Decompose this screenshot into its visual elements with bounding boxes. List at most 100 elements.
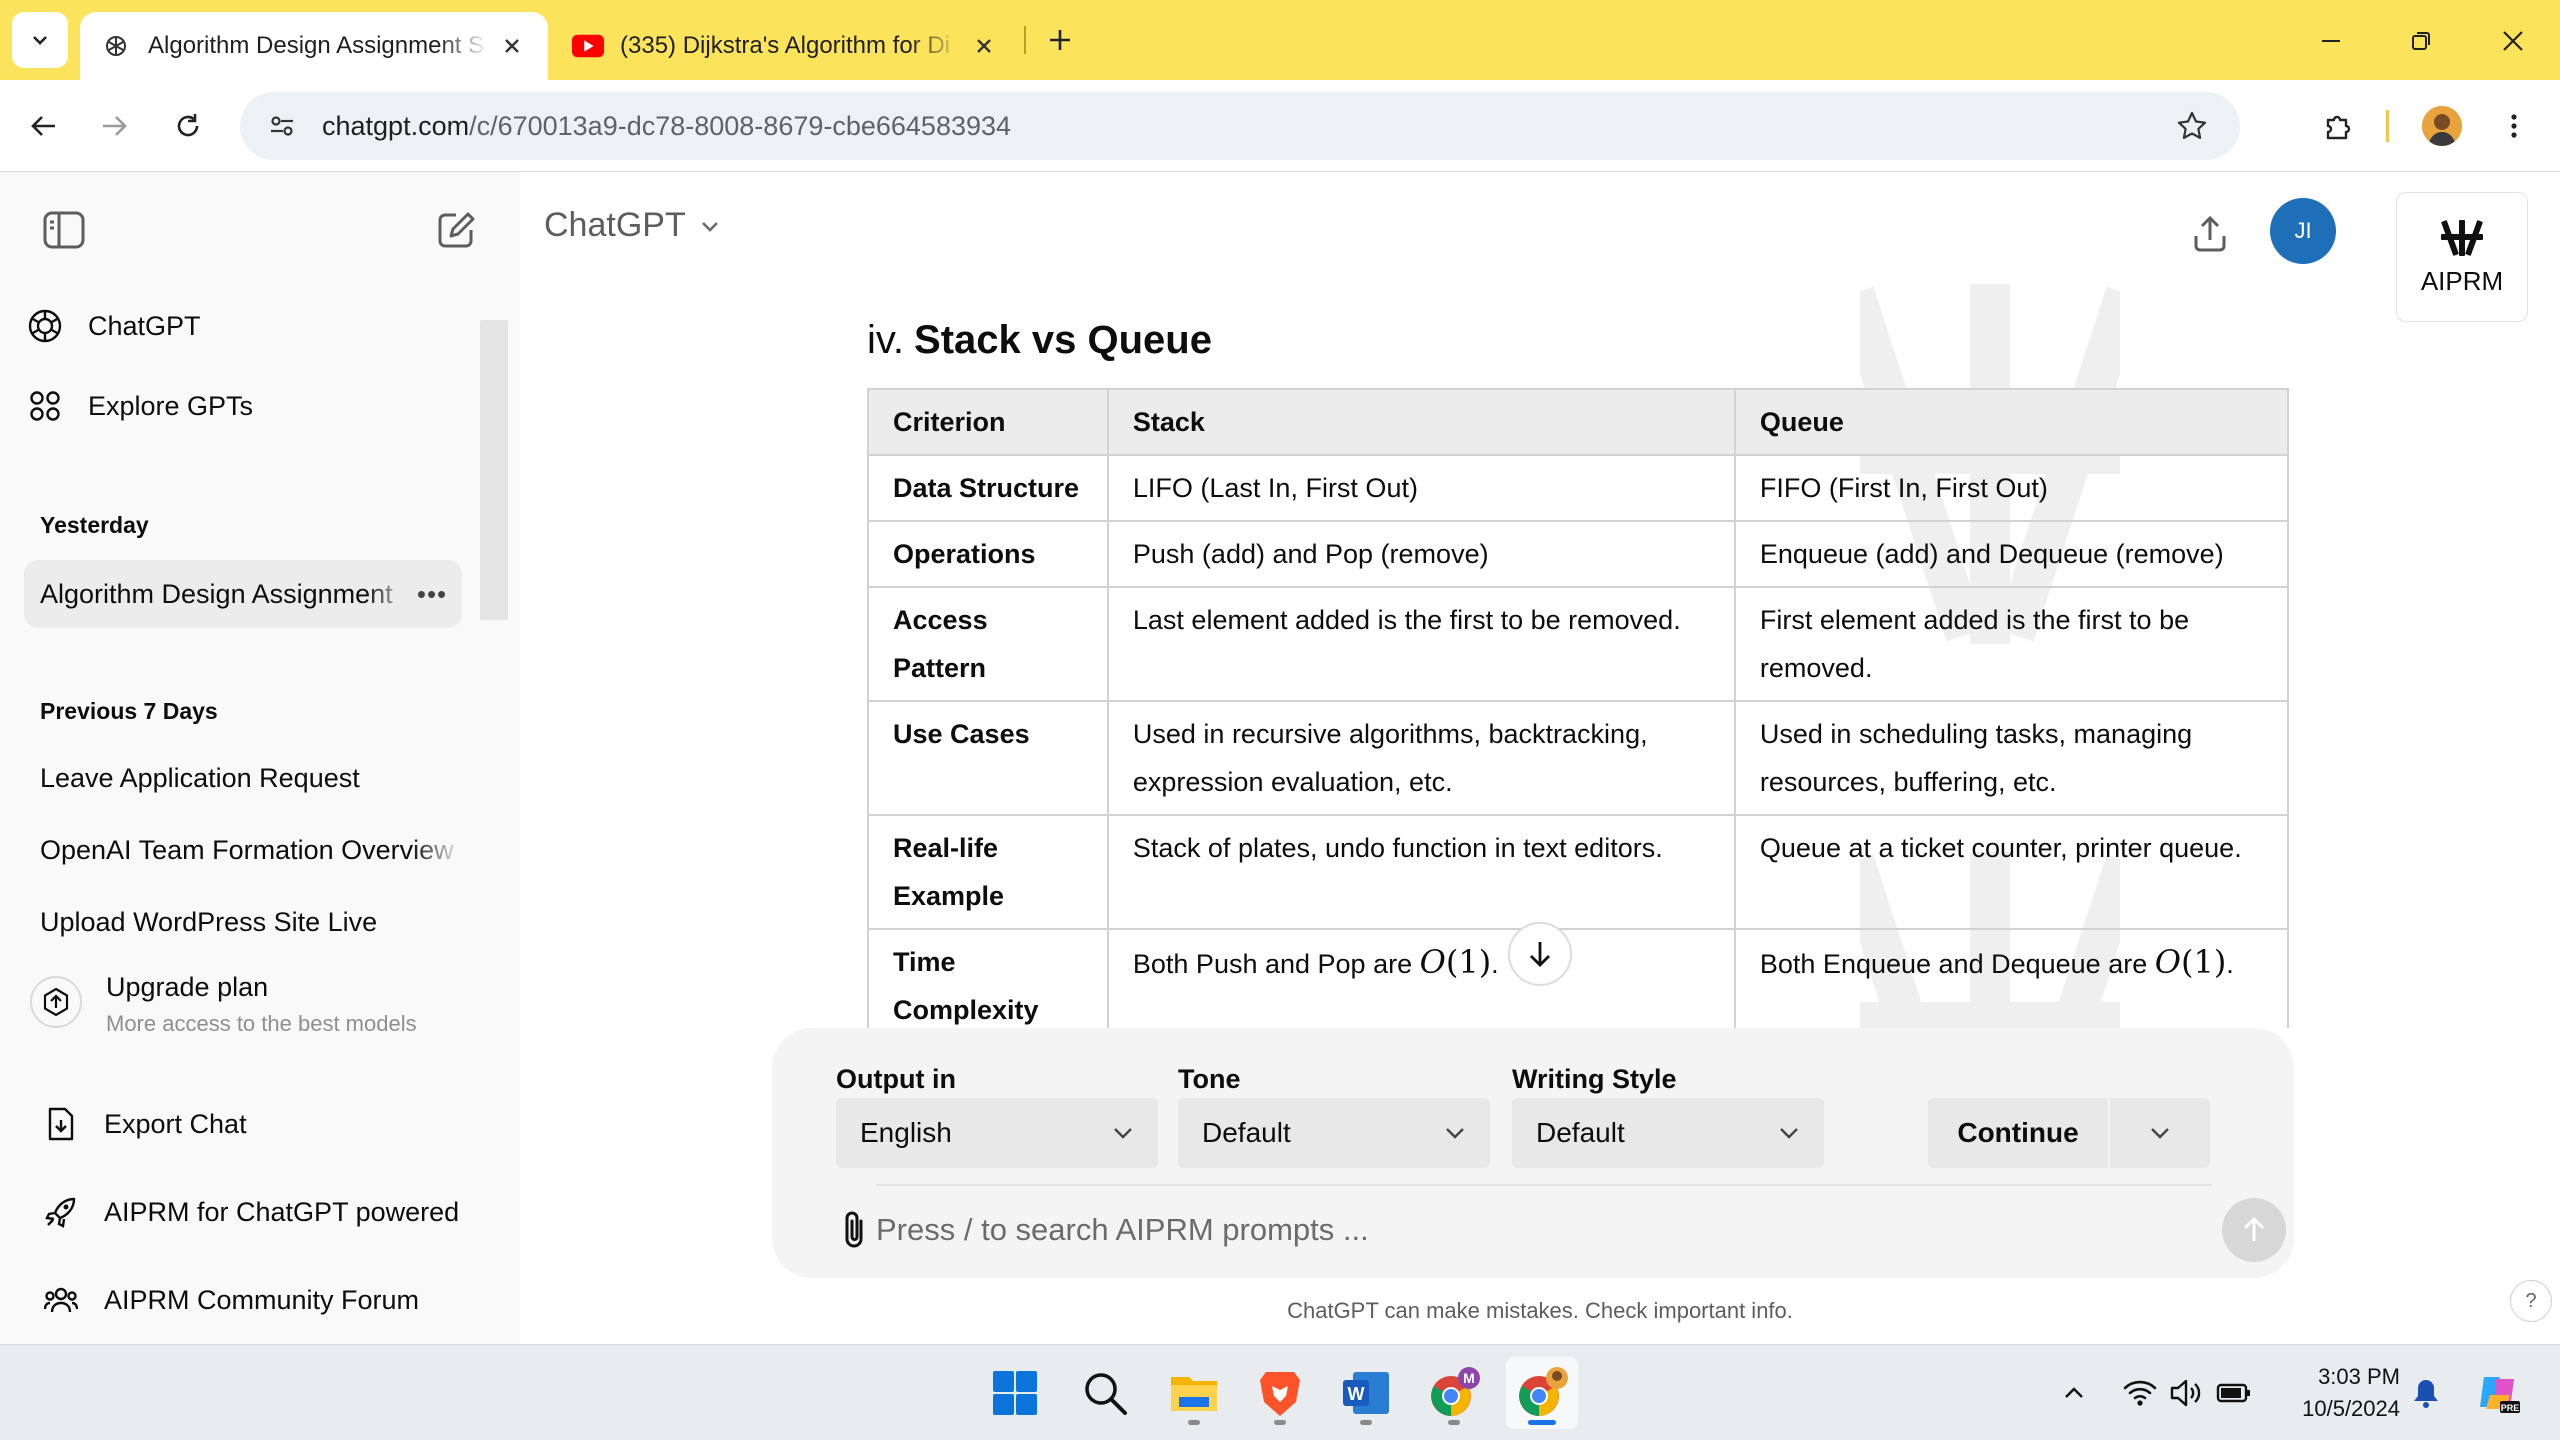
toggle-sidebar-button[interactable] xyxy=(36,202,92,258)
table-cell-stack: Stack of plates, undo function in text e… xyxy=(1106,814,1736,930)
sidebar-item-explore-gpts[interactable]: Explore GPTs xyxy=(24,372,464,440)
chat-title: Leave Application Request xyxy=(40,762,360,793)
scroll-to-bottom-button[interactable] xyxy=(1508,922,1572,986)
table-cell-queue: Used in scheduling tasks, managing resou… xyxy=(1733,700,2290,816)
windows-taskbar: W M 3:03 PM 10/5/2024 PRE xyxy=(0,1344,2560,1440)
section-number: iv. xyxy=(867,318,905,362)
sidebar-item-chatgpt[interactable]: ChatGPT xyxy=(24,292,464,360)
share-icon xyxy=(2190,214,2230,254)
tab-dijkstra-video[interactable]: (335) Dijkstra's Algorithm for Di xyxy=(556,12,1016,80)
math-symbol: O xyxy=(2154,943,2181,981)
extensions-button[interactable] xyxy=(2310,98,2366,154)
chevron-up-icon xyxy=(2061,1380,2087,1406)
sidebar-scrollbar[interactable] xyxy=(480,320,508,620)
sidebar-item-aiprm-forum[interactable]: AIPRM Community Forum xyxy=(40,1266,480,1334)
output-language-select[interactable]: English xyxy=(836,1098,1158,1168)
close-icon xyxy=(2501,29,2525,53)
reload-button[interactable] xyxy=(160,98,216,154)
restore-button[interactable] xyxy=(2396,16,2446,66)
copilot-button[interactable]: PRE xyxy=(2470,1365,2526,1421)
sidebar-item-export-chat[interactable]: Export Chat xyxy=(40,1090,480,1158)
start-button[interactable] xyxy=(979,1357,1051,1429)
running-indicator xyxy=(1360,1420,1372,1425)
minimize-icon xyxy=(2320,30,2342,52)
taskbar-brave[interactable] xyxy=(1244,1357,1316,1429)
back-button[interactable] xyxy=(16,98,72,154)
chat-item-algorithm-design[interactable]: Algorithm Design Assignment ••• xyxy=(24,560,462,628)
chat-item-upload-wordpress[interactable]: Upload WordPress Site Live xyxy=(24,888,462,956)
svg-text:W: W xyxy=(1348,1384,1365,1404)
search-icon xyxy=(1082,1370,1128,1416)
column-header: Criterion xyxy=(867,388,1109,456)
continue-button[interactable]: Continue xyxy=(1928,1098,2210,1168)
section-title-yesterday: Yesterday xyxy=(40,512,149,538)
model-selector[interactable]: ChatGPT xyxy=(544,206,722,245)
bookmark-star-button[interactable] xyxy=(2168,102,2216,150)
chat-item-openai-team[interactable]: OpenAI Team Formation Overview xyxy=(24,816,462,884)
sidebar-item-aiprm-powered[interactable]: AIPRM for ChatGPT powered xyxy=(40,1178,480,1246)
tone-select[interactable]: Default xyxy=(1178,1098,1490,1168)
sidebar-item-label: Export Chat xyxy=(104,1108,247,1139)
browser-menu-button[interactable] xyxy=(2486,98,2542,154)
chevron-down-icon xyxy=(1110,1120,1136,1146)
openai-logo-icon xyxy=(100,30,132,62)
show-hidden-icons-button[interactable] xyxy=(2050,1369,2098,1417)
tab-algorithm-design[interactable]: Algorithm Design Assignment S xyxy=(80,12,548,80)
more-horizontal-icon[interactable]: ••• xyxy=(410,579,454,610)
word-icon: W xyxy=(1341,1370,1391,1416)
aiprm-button[interactable]: AIPRM xyxy=(2396,192,2528,322)
continue-label: Continue xyxy=(1957,1117,2079,1148)
youtube-icon xyxy=(572,30,604,62)
site-info-button[interactable] xyxy=(254,98,310,154)
window-close-button[interactable] xyxy=(2488,16,2538,66)
minimize-button[interactable] xyxy=(2306,16,2356,66)
new-chat-button[interactable] xyxy=(428,202,484,258)
forward-button[interactable] xyxy=(86,98,142,154)
chrome-icon xyxy=(1515,1366,1569,1420)
table-cell-criterion: Access Pattern xyxy=(867,586,1109,702)
arrow-down-icon xyxy=(1525,939,1555,969)
svg-text:PRE: PRE xyxy=(2501,1403,2520,1413)
taskbar-file-explorer[interactable] xyxy=(1158,1357,1230,1429)
address-bar[interactable]: chatgpt.com/c/670013a9-dc78-8008-8679-cb… xyxy=(240,92,2240,160)
chevron-down-icon[interactable] xyxy=(2110,1120,2210,1146)
cell-text: Both Enqueue and Dequeue are xyxy=(1759,949,2148,979)
chat-item-leave-application[interactable]: Leave Application Request xyxy=(24,744,462,812)
table-row: Operations Push (add) and Pop (remove) E… xyxy=(867,520,2290,588)
system-clock[interactable]: 3:03 PM 10/5/2024 xyxy=(2280,1361,2400,1425)
profile-avatar[interactable] xyxy=(2422,106,2462,146)
help-button[interactable]: ? xyxy=(2510,1280,2552,1322)
taskbar-word[interactable]: W xyxy=(1330,1357,1402,1429)
attach-file-button[interactable] xyxy=(828,1204,880,1256)
close-icon[interactable] xyxy=(496,30,528,62)
battery-status[interactable] xyxy=(2210,1369,2258,1417)
chevron-down-icon xyxy=(28,28,52,52)
volume-status[interactable] xyxy=(2162,1369,2210,1417)
column-header: Stack xyxy=(1106,388,1736,456)
cell-suffix: . xyxy=(1491,949,1499,979)
start-icon xyxy=(992,1370,1038,1416)
url-text: chatgpt.com/c/670013a9-dc78-8008-8679-cb… xyxy=(322,111,1011,142)
user-avatar[interactable]: JI xyxy=(2270,198,2336,264)
taskbar-search-button[interactable] xyxy=(1069,1357,1141,1429)
wifi-status[interactable] xyxy=(2116,1369,2164,1417)
prompt-input[interactable] xyxy=(876,1204,2076,1256)
writing-style-select[interactable]: Default xyxy=(1512,1098,1824,1168)
send-button[interactable] xyxy=(2222,1198,2286,1262)
new-tab-button[interactable] xyxy=(1040,20,1080,60)
notifications-button[interactable] xyxy=(2402,1369,2450,1417)
export-file-icon xyxy=(40,1103,82,1145)
close-icon[interactable] xyxy=(968,30,1000,62)
taskbar-chrome-profile[interactable]: M xyxy=(1418,1357,1490,1429)
puzzle-icon xyxy=(2322,110,2354,142)
upgrade-plan-button[interactable]: Upgrade plan More access to the best mod… xyxy=(30,962,490,1058)
select-value: English xyxy=(860,1117,952,1148)
tab-search-button[interactable] xyxy=(12,12,68,68)
sidebar-item-label: AIPRM for ChatGPT powered xyxy=(104,1196,460,1227)
share-button[interactable] xyxy=(2182,206,2238,262)
tune-icon xyxy=(267,111,297,141)
taskbar-chrome[interactable] xyxy=(1506,1357,1578,1429)
more-vertical-icon xyxy=(2499,111,2529,141)
table-cell-criterion: Time Complexity xyxy=(867,928,1109,1028)
wifi-icon xyxy=(2123,1379,2157,1407)
